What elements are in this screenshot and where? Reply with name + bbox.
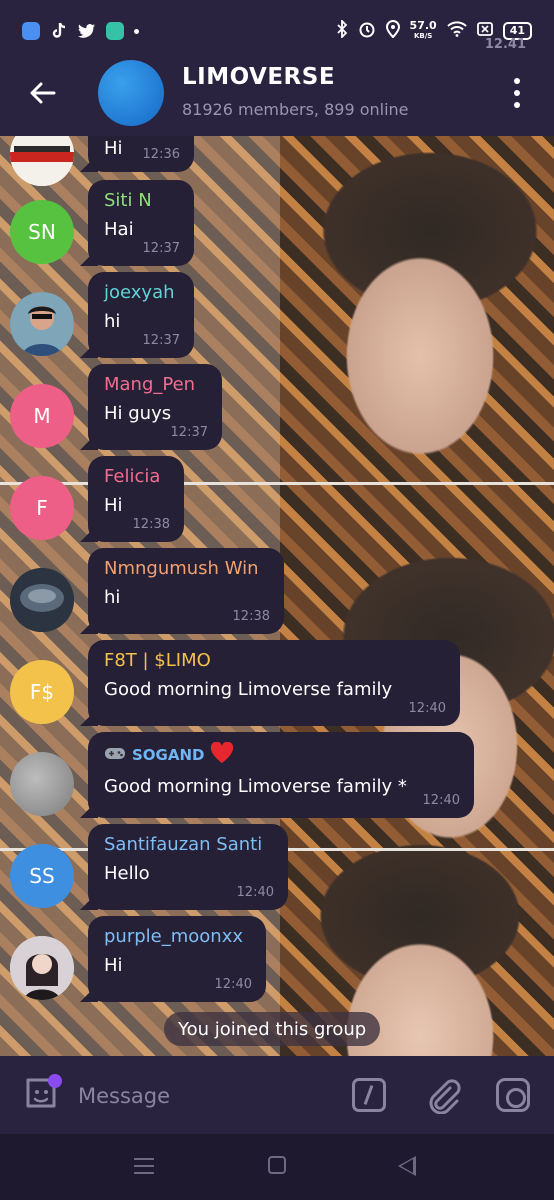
- sender-name[interactable]: SOGAND: [132, 746, 204, 764]
- message-time: 12:40: [408, 701, 446, 716]
- back-arrow-icon[interactable]: [26, 76, 60, 110]
- message-time: 12:38: [232, 609, 270, 624]
- message-text: Hi guys: [104, 403, 172, 424]
- location-icon: [385, 20, 400, 42]
- system-nav-bar: [0, 1134, 554, 1200]
- message-text: Hi: [104, 495, 123, 516]
- avatar[interactable]: [10, 936, 74, 1000]
- app-notification-icon: [22, 22, 40, 40]
- message-text: Good morning Limoverse family: [104, 679, 393, 700]
- avatar[interactable]: SN: [10, 200, 74, 264]
- message-time: 12:37: [170, 425, 208, 440]
- avatar[interactable]: [10, 136, 74, 186]
- back-icon[interactable]: [398, 1156, 416, 1176]
- message-text: Hello: [104, 863, 150, 884]
- tiktok-icon: [50, 22, 68, 40]
- message-bubble[interactable]: Siti N Hai 12:37: [88, 180, 194, 266]
- network-speed: 57.0 KB/S: [409, 19, 437, 40]
- message-time: 12:40: [214, 977, 252, 992]
- avatar[interactable]: [10, 292, 74, 356]
- twitter-icon: [78, 22, 96, 40]
- avatar[interactable]: [10, 752, 74, 816]
- chat-header: LIMOVERSE 81926 members, 899 online: [0, 60, 554, 136]
- avatar[interactable]: M: [10, 384, 74, 448]
- message-time: 12:37: [142, 333, 180, 348]
- more-notifications-icon: [134, 28, 139, 34]
- app-notification-icon: [106, 22, 124, 40]
- message-text: hi: [104, 311, 121, 332]
- message-input[interactable]: Message: [78, 1084, 170, 1108]
- message-time: 12:40: [422, 793, 460, 808]
- message-bubble[interactable]: Felicia Hi 12:38: [88, 456, 184, 542]
- sender-name[interactable]: Siti N: [104, 190, 178, 211]
- sender-name[interactable]: Mang_Pen: [104, 374, 206, 395]
- avatar[interactable]: [10, 568, 74, 632]
- notification-dot: [48, 1074, 62, 1088]
- group-avatar[interactable]: [98, 60, 164, 126]
- avatar[interactable]: F$: [10, 660, 74, 724]
- message-time: 12:38: [132, 517, 170, 532]
- message-bubble[interactable]: Santifauzan Santi Hello 12:40: [88, 824, 288, 910]
- message-bubble[interactable]: purple_moonxx Hi 12:40: [88, 916, 266, 1002]
- group-title[interactable]: LIMOVERSE: [182, 64, 335, 90]
- message-time: 12:37: [142, 241, 180, 256]
- chat-area[interactable]: Hi 12:36 SN Siti N Hai 12:37 joexyah hi …: [0, 136, 554, 1056]
- message-bubble[interactable]: F8T | $LIMO Good morning Limoverse famil…: [88, 640, 460, 726]
- sender-name-row[interactable]: SOGAND: [104, 741, 458, 768]
- bluetooth-icon: [336, 18, 348, 42]
- camera-icon[interactable]: [496, 1078, 530, 1112]
- message-bubble[interactable]: Hi 12:36: [88, 136, 194, 172]
- gamepad-icon: [104, 745, 126, 765]
- sender-name[interactable]: F8T | $LIMO: [104, 650, 444, 671]
- message-bubble[interactable]: Nmngumush Win hi 12:38: [88, 548, 284, 634]
- group-member-count: 81926 members, 899 online: [182, 100, 409, 119]
- more-options-icon[interactable]: [508, 78, 526, 108]
- message-time: 12:36: [142, 147, 180, 162]
- message-text: hi: [104, 587, 121, 608]
- wallpaper-divider: [0, 482, 554, 485]
- attach-icon[interactable]: [424, 1076, 462, 1114]
- message-input-bar: Message: [0, 1056, 554, 1134]
- sender-name[interactable]: Nmngumush Win: [104, 558, 268, 579]
- bot-command-icon[interactable]: [352, 1078, 386, 1112]
- avatar[interactable]: SS: [10, 844, 74, 908]
- message-text: Good morning Limoverse family *: [104, 776, 407, 797]
- sender-name[interactable]: joexyah: [104, 282, 178, 303]
- sender-name[interactable]: Santifauzan Santi: [104, 834, 272, 855]
- heart-icon: [210, 741, 234, 768]
- avatar[interactable]: F: [10, 476, 74, 540]
- message-bubble[interactable]: joexyah hi 12:37: [88, 272, 194, 358]
- message-text: Hi: [104, 955, 123, 976]
- service-message: You joined this group: [164, 1012, 381, 1046]
- recent-apps-icon[interactable]: [134, 1158, 154, 1174]
- sender-name[interactable]: purple_moonxx: [104, 926, 250, 947]
- sender-name[interactable]: Felicia: [104, 466, 168, 487]
- message-time: 12:40: [236, 885, 274, 900]
- alarm-icon: [358, 20, 376, 42]
- status-bar: 12.41 57.0 KB/S 41: [0, 0, 554, 62]
- status-time: 12.41: [484, 37, 526, 52]
- message-bubble[interactable]: Mang_Pen Hi guys 12:37: [88, 364, 222, 450]
- wifi-icon: [446, 21, 467, 41]
- message-bubble[interactable]: SOGAND Good morning Limoverse family * 1…: [88, 732, 474, 818]
- message-text: Hai: [104, 219, 134, 240]
- home-icon[interactable]: [268, 1156, 286, 1174]
